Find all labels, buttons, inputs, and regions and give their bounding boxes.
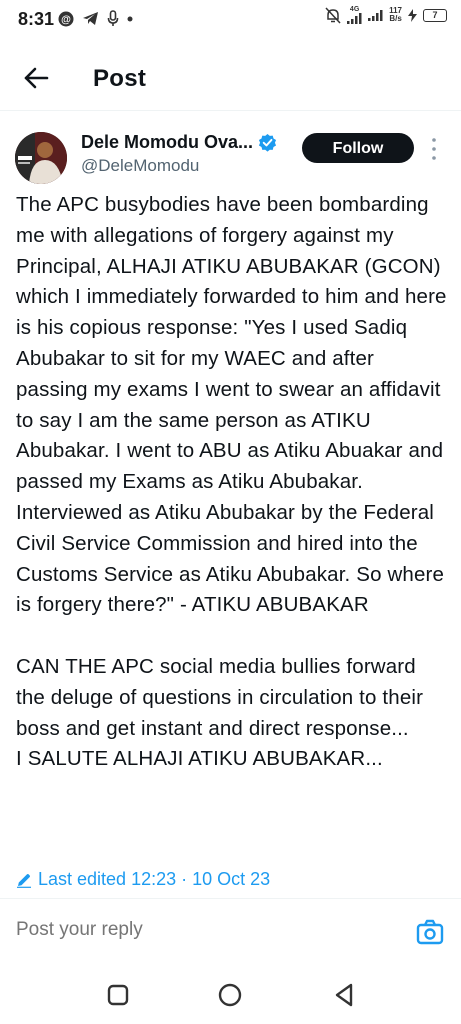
telegram-icon — [83, 12, 98, 25]
post-text: The APC busybodies have been bombarding … — [16, 193, 447, 771]
author-name-row: Dele Momodu Ova... — [81, 132, 277, 153]
status-bar: 8:31 @ 4G 117 B/s 7 — [0, 0, 461, 40]
author-name[interactable]: Dele Momodu Ova... — [81, 132, 253, 153]
mute-bell-icon — [325, 6, 341, 24]
dot-icon — [127, 16, 133, 21]
charging-icon — [408, 8, 417, 22]
last-edited-text: Last edited 12:23 · 10 Oct 23 — [38, 869, 271, 889]
signal-icon-2 — [368, 10, 383, 21]
more-vertical-icon[interactable] — [428, 136, 440, 162]
microphone-icon — [107, 10, 119, 26]
home-icon[interactable] — [217, 982, 243, 1008]
back-triangle-icon[interactable] — [331, 982, 357, 1008]
author-handle[interactable]: @DeleMomodu — [81, 156, 199, 176]
page-title: Post — [93, 65, 147, 92]
camera-icon[interactable] — [416, 919, 444, 945]
system-indicators: 4G 117 B/s 7 — [325, 6, 447, 24]
network-speed: 117 B/s — [389, 7, 402, 23]
avatar[interactable] — [15, 132, 67, 184]
system-navigation-bar — [0, 968, 461, 1024]
follow-button[interactable]: Follow — [302, 133, 414, 163]
network-type: 4G — [349, 6, 360, 13]
last-edited-link[interactable]: Last edited 12:23 · 10 Oct 23 — [16, 869, 270, 890]
notification-icons: @ — [58, 10, 133, 27]
threads-app-icon: @ — [58, 11, 74, 26]
verified-badge-icon — [258, 133, 277, 152]
arrow-left-icon[interactable] — [22, 64, 50, 92]
reply-bar — [0, 898, 461, 965]
post-author: Dele Momodu Ova... @DeleMomodu Follow — [0, 124, 461, 184]
network-speed-unit: B/s — [389, 14, 402, 23]
signal-icon-1 — [347, 13, 362, 24]
battery-icon: 7 — [423, 8, 447, 22]
svg-text:@: @ — [61, 14, 71, 25]
pencil-icon — [17, 873, 31, 888]
avatar-image — [15, 132, 67, 184]
status-time: 8:31 — [18, 9, 55, 29]
reply-input[interactable] — [16, 919, 376, 941]
recent-apps-icon[interactable] — [105, 982, 131, 1008]
top-app-bar: Post — [0, 48, 461, 111]
